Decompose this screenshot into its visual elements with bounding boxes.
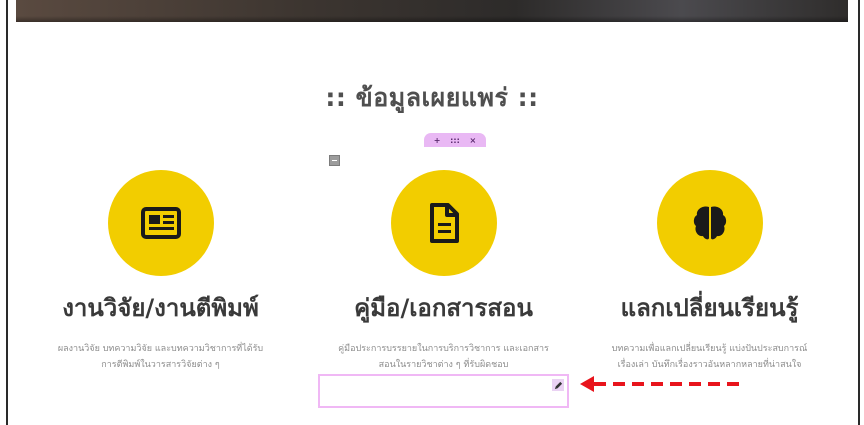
annotation-arrow-icon xyxy=(580,376,746,392)
description-line: ผลงานวิจัย บทความวิจัย และบทความวิชาการท… xyxy=(57,344,264,354)
column-heading: งานวิจัย/งานตีพิมพ์ xyxy=(62,294,259,322)
edit-pencil-button[interactable] xyxy=(552,379,564,391)
window-border-left xyxy=(6,0,8,425)
info-column-research: งานวิจัย/งานตีพิมพ์ ผลงานวิจัย บทความวิจ… xyxy=(33,170,288,373)
column-heading: แลกเปลี่ยนเรียนรู้ xyxy=(620,294,799,322)
header-banner-image xyxy=(16,0,848,22)
column-description: ผลงานวิจัย บทความวิจัย และบทความวิชาการท… xyxy=(33,341,288,373)
description-line: การตีพิมพ์ในวารสารวิจัยต่าง ๆ xyxy=(101,360,220,370)
icon-circle xyxy=(107,170,214,276)
icon-circle xyxy=(390,170,497,276)
widget-editor-toolbar: + ::: × xyxy=(424,133,486,147)
column-description: คู่มือประการบรรยายในการบริการวิชาการ และ… xyxy=(316,341,571,373)
document-icon xyxy=(429,203,459,243)
pencil-icon xyxy=(554,381,562,389)
empty-widget-placeholder[interactable] xyxy=(318,374,569,408)
add-widget-button[interactable]: + xyxy=(434,136,441,145)
info-column-manuals: คู่มือ/เอกสารสอน คู่มือประการบรรยายในการ… xyxy=(316,170,571,373)
column-description: บทความเพื่อแลกเปลี่ยนเรียนรู้ แบ่งปันประ… xyxy=(582,341,837,373)
column-edit-handle[interactable] xyxy=(329,155,340,166)
newspaper-icon xyxy=(140,207,181,239)
description-line: บทความเพื่อแลกเปลี่ยนเรียนรู้ แบ่งปันประ… xyxy=(611,344,808,354)
window-border-right xyxy=(858,0,860,425)
description-line: เรื่องเล่า บันทึกเรื่องราวอันหลากหลายที่… xyxy=(617,360,802,370)
info-column-knowledge: แลกเปลี่ยนเรียนรู้ บทความเพื่อแลกเปลี่ยน… xyxy=(582,170,837,373)
description-line: คู่มือประการบรรยายในการบริการวิชาการ และ… xyxy=(338,344,549,354)
brain-icon xyxy=(693,206,726,240)
drag-handle-icon[interactable]: ::: xyxy=(450,136,460,145)
close-widget-button[interactable]: × xyxy=(470,136,477,145)
description-line: สอนในรายวิชาต่าง ๆ ที่รับผิดชอบ xyxy=(378,360,509,370)
column-heading: คู่มือ/เอกสารสอน xyxy=(354,294,533,322)
icon-circle xyxy=(656,170,763,276)
section-title: :: ข้อมูลเผยแพร่ :: xyxy=(325,83,539,112)
